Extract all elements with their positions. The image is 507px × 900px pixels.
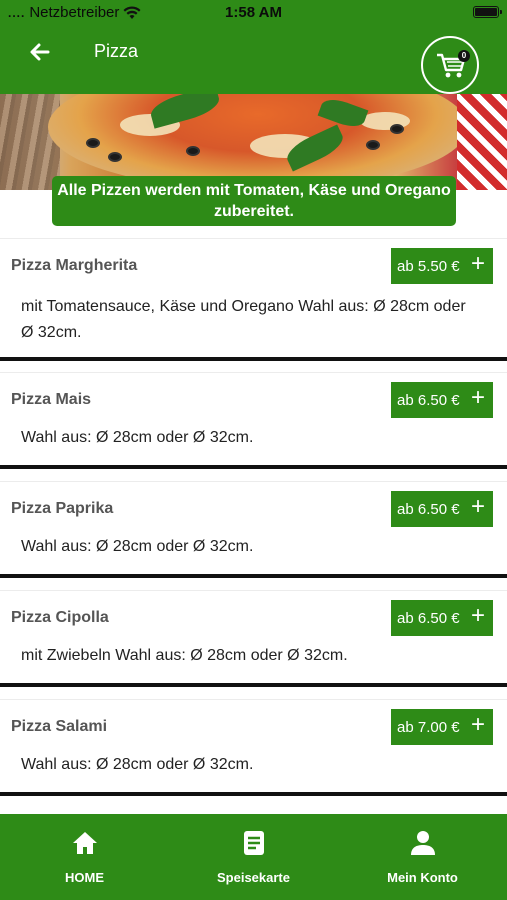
plus-icon: + <box>470 493 485 520</box>
product-name: Pizza Margherita <box>11 257 138 274</box>
banner-text-line1: Alle Pizzen werden mit Tomaten, Käse und… <box>57 182 451 199</box>
plus-icon: + <box>470 384 485 411</box>
product-description-line1: mit Zwiebeln Wahl aus: Ø 28cm oder Ø 32c… <box>21 647 348 664</box>
product-description: Wahl aus: Ø 28cm oder Ø 32cm. <box>21 534 496 560</box>
account-icon <box>410 831 435 855</box>
nav-label: Mein Konto <box>387 870 458 885</box>
plus-icon: + <box>470 250 485 277</box>
product-card-paprika: Pizza Paprika ab 6.50 € + Wahl aus: Ø 28… <box>0 481 507 574</box>
product-card-salami: Pizza Salami ab 7.00 € + Wahl aus: Ø 28c… <box>0 699 507 792</box>
menu-list-icon <box>243 831 264 855</box>
price-label: ab 5.50 € <box>397 258 460 275</box>
add-to-cart-button[interactable]: ab 6.50 € + <box>391 491 493 527</box>
product-description: Wahl aus: Ø 28cm oder Ø 32cm. <box>21 752 496 778</box>
nav-item-speisekarte[interactable]: Speisekarte <box>169 814 338 900</box>
arrow-left-icon <box>30 43 50 61</box>
nav-item-mein-konto[interactable]: Mein Konto <box>338 814 507 900</box>
cart-count-badge: 0 <box>458 50 470 62</box>
add-to-cart-button[interactable]: ab 7.00 € + <box>391 709 493 745</box>
nav-label: HOME <box>65 870 104 885</box>
status-time: 1:58 AM <box>225 4 282 21</box>
page-title: Pizza <box>94 41 139 61</box>
product-description: Wahl aus: Ø 28cm oder Ø 32cm. <box>21 425 496 451</box>
status-bar: .... Netzbetreiber 1:58 AM <box>0 0 507 26</box>
nav-label: Speisekarte <box>217 870 290 885</box>
product-description-line1: Wahl aus: Ø 28cm oder Ø 32cm. <box>21 429 254 446</box>
price-label: ab 7.00 € <box>397 719 460 736</box>
add-to-cart-button[interactable]: ab 6.50 € + <box>391 382 493 418</box>
product-description-line1: mit Tomatensauce, Käse und Oregano Wahl … <box>21 298 466 315</box>
cart-button[interactable]: 0 <box>421 36 479 94</box>
banner-text-line2: zubereitet. <box>213 203 294 220</box>
plus-icon: + <box>470 602 485 629</box>
app-bar: Pizza 0 <box>0 26 507 94</box>
price-label: ab 6.50 € <box>397 501 460 518</box>
product-description: mit Zwiebeln Wahl aus: Ø 28cm oder Ø 32c… <box>21 643 496 669</box>
add-to-cart-button[interactable]: ab 6.50 € + <box>391 600 493 636</box>
home-icon <box>72 832 97 854</box>
product-description: mit Tomatensauce, Käse und Oregano Wahl … <box>21 294 496 346</box>
product-name: Pizza Paprika <box>11 500 114 517</box>
product-name: Pizza Cipolla <box>11 609 109 626</box>
battery-icon <box>473 6 502 18</box>
product-description-line1: Wahl aus: Ø 28cm oder Ø 32cm. <box>21 756 254 773</box>
product-card-mais: Pizza Mais ab 6.50 € + Wahl aus: Ø 28cm … <box>0 372 507 465</box>
product-card-cipolla: Pizza Cipolla ab 6.50 € + mit Zwiebeln W… <box>0 590 507 683</box>
product-card-margherita: Pizza Margherita ab 5.50 € + mit Tomaten… <box>0 238 507 357</box>
product-name: Pizza Salami <box>11 718 108 735</box>
add-to-cart-button[interactable]: ab 5.50 € + <box>391 248 493 284</box>
bottom-navigation: HOME Speisekarte Mein Konto <box>0 814 507 900</box>
nav-item-home[interactable]: HOME <box>0 814 169 900</box>
price-label: ab 6.50 € <box>397 610 460 627</box>
price-label: ab 6.50 € <box>397 392 460 409</box>
back-button[interactable] <box>26 38 54 66</box>
product-name: Pizza Mais <box>11 391 92 408</box>
product-description-line1: Wahl aus: Ø 28cm oder Ø 32cm. <box>21 538 254 555</box>
plus-icon: + <box>470 711 485 738</box>
product-description-line2: Ø 32cm. <box>21 324 82 341</box>
info-banner: Alle Pizzen werden mit Tomaten, Käse und… <box>52 176 456 226</box>
